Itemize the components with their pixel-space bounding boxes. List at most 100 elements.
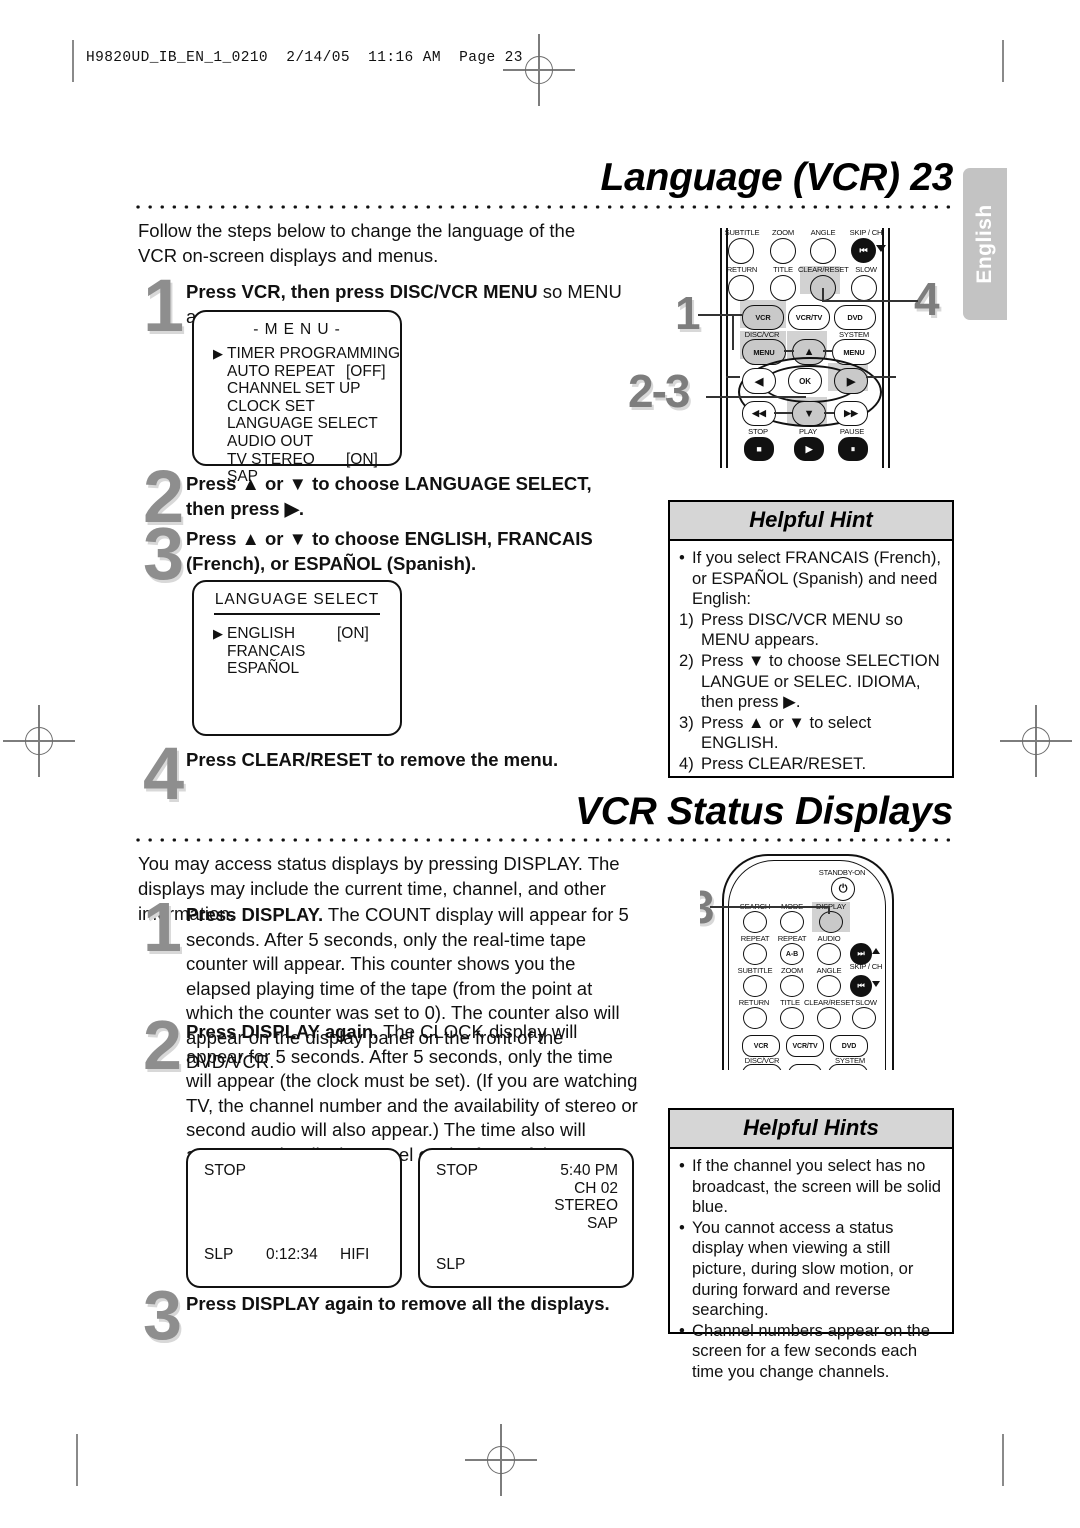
button-repeat-ab-label: A-B [785, 950, 799, 958]
osd-menu-title: - M E N U - [253, 321, 341, 338]
hint-text: Press CLEAR/RESET. [701, 753, 867, 773]
button-pause[interactable]: ⏸ [838, 437, 868, 461]
callout-1-3-leader [710, 906, 830, 909]
label-zoom-bottom: ZOOM [781, 966, 803, 975]
osd-clock-info-lines: 5:40 PM CH 02 STEREO SAP [554, 1162, 618, 1232]
callout-4-leader-vertical [822, 288, 825, 302]
remote-diagram-bottom: STANDBY-ON ⏻ SEARCH MODE DISPLAY REPEAT … [700, 848, 962, 1070]
button-vcr-tv-label: VCR/TV [795, 313, 823, 322]
callout-2-3: 2-3 [628, 365, 691, 417]
hint-marker: 1) [679, 609, 694, 629]
button-up-arrow-bottom[interactable]: ▲ [788, 1064, 822, 1070]
button-system-menu-bottom[interactable]: MENU [828, 1064, 868, 1070]
callout-1-leader [698, 314, 742, 317]
button-search[interactable] [743, 911, 767, 933]
connector-down-ff [824, 412, 834, 415]
button-subtitle[interactable] [728, 238, 754, 264]
button-skip-prev[interactable]: ⏮ [851, 238, 876, 263]
hint-list-item: • If you select FRANCAIS (French), or ESP… [679, 548, 942, 610]
callout-4-leader [822, 300, 918, 303]
registration-mark-left [3, 705, 75, 777]
button-rewind[interactable]: ◀◀ [742, 401, 776, 426]
osd-row-label[interactable]: CLOCK SET [227, 398, 315, 416]
button-repeat-ab[interactable]: A-B [780, 943, 804, 965]
button-vcr-label: VCR [755, 313, 771, 322]
button-zoom[interactable] [770, 238, 796, 264]
button-title-bottom[interactable] [780, 1007, 804, 1029]
crop-mark-top-left [72, 40, 74, 82]
button-slow-bottom[interactable] [852, 1007, 876, 1029]
button-title[interactable] [770, 275, 796, 301]
label-subtitle-bottom: SUBTITLE [737, 966, 773, 975]
button-angle-bottom[interactable] [817, 975, 841, 997]
button-mode[interactable] [780, 911, 804, 933]
button-right-arrow[interactable]: ▶ [834, 368, 868, 394]
button-left-arrow[interactable]: ◀ [742, 368, 776, 394]
button-skip-next[interactable]: ⏭ [850, 943, 872, 965]
osd-row-label[interactable]: AUDIO OUT [227, 433, 313, 451]
osd-row-label[interactable]: FRANCAIS [227, 643, 305, 661]
label-clear-reset-bottom: CLEAR/RESET [804, 998, 855, 1007]
button-play[interactable]: ▶ [794, 437, 824, 461]
hint-list-item: • You cannot access a status display when… [679, 1218, 942, 1321]
osd-row-label[interactable]: LANGUAGE SELECT [227, 415, 378, 433]
button-dvd[interactable]: DVD [834, 305, 876, 330]
button-slow[interactable] [851, 275, 877, 301]
hint-text: Press DISC/VCR MENU so MENU appears. [701, 609, 903, 650]
language-intro-text: Follow the steps below to change the lan… [138, 220, 576, 266]
label-slow: SLOW [855, 265, 877, 274]
button-angle[interactable] [810, 238, 836, 264]
osd-row-label[interactable]: ENGLISH [227, 625, 295, 643]
button-dvd-bottom[interactable]: DVD [830, 1035, 868, 1057]
registration-mark-top [503, 34, 575, 106]
button-vcr-bottom[interactable]: VCR [742, 1035, 780, 1057]
osd-count-counter: 0:12:34 [266, 1246, 318, 1263]
hint-list-item: 4) Press CLEAR/RESET. [679, 754, 942, 775]
button-skip-prev-bottom[interactable]: ⏮ [850, 975, 872, 997]
button-ok[interactable]: OK [788, 368, 822, 394]
osd-row-label[interactable]: ESPAÑOL [227, 660, 299, 678]
button-clear-reset-bottom[interactable] [817, 1007, 841, 1029]
page-canvas: H9820UD_IB_EN_1_0210 2/14/05 11:16 AM Pa… [0, 0, 1080, 1528]
skip-ch-down-arrow-icon [876, 245, 886, 252]
label-play: PLAY [798, 427, 818, 436]
button-vcr-tv[interactable]: VCR/TV [788, 305, 830, 330]
button-disc-vcr-menu-bottom[interactable]: MENU [742, 1064, 782, 1070]
remote-diagram-top: SUBTITLE ZOOM ANGLE SKIP / CH ⏮ RETURN T… [620, 218, 970, 478]
button-vcr-tv-bottom-label: VCR/TV [792, 1042, 818, 1050]
hint-list-item: 2) Press ▼ to choose SELECTION LANGUE or … [679, 651, 942, 713]
button-return[interactable] [728, 275, 754, 301]
label-audio: AUDIO [817, 934, 841, 943]
status-step-text-3-content: Press DISPLAY again to remove all the di… [186, 1293, 610, 1314]
button-stop[interactable]: ■ [744, 437, 774, 461]
button-display[interactable] [819, 911, 843, 933]
label-subtitle: SUBTITLE [724, 228, 760, 237]
english-side-tab-label: English [973, 204, 996, 284]
osd-row-label[interactable]: TIMER PROGRAMMING [227, 345, 400, 363]
osd-row-label[interactable]: CHANNEL SET UP [227, 380, 361, 398]
label-title: TITLE [773, 265, 793, 274]
button-standby-on[interactable]: ⏻ [831, 877, 855, 901]
label-skip-ch: SKIP / CH [849, 228, 883, 237]
button-subtitle-bottom[interactable] [743, 975, 767, 997]
button-repeat[interactable] [743, 943, 767, 965]
osd-row-value: [OFF] [346, 362, 386, 380]
button-return-bottom[interactable] [743, 1007, 767, 1029]
skip-ch-up-arrow-icon [872, 948, 880, 954]
button-fast-forward[interactable]: ▶▶ [834, 401, 868, 426]
step-number-1: 1 [143, 264, 184, 347]
button-audio[interactable] [817, 943, 841, 965]
button-vcr[interactable]: VCR [742, 305, 784, 330]
osd-row-label[interactable]: TV STEREO [227, 451, 315, 469]
remote-top-edge-left-inner [726, 228, 728, 468]
osd-row-label[interactable]: AUTO REPEAT [227, 363, 335, 381]
osd-language-screen: LANGUAGE SELECT ▶ ENGLISH [ON] FRANCAIS ESPA… [192, 580, 402, 736]
button-zoom-bottom[interactable] [780, 975, 804, 997]
connector-rew-down [774, 412, 792, 415]
callout-4: 4 [914, 273, 940, 325]
button-vcr-tv-bottom[interactable]: VCR/TV [786, 1035, 824, 1057]
button-down-arrow[interactable]: ▼ [792, 401, 826, 426]
section-title-status: VCR Status Displays [575, 790, 953, 833]
registration-mark-right [1000, 705, 1072, 777]
osd-row-value: [ON] [346, 450, 378, 468]
